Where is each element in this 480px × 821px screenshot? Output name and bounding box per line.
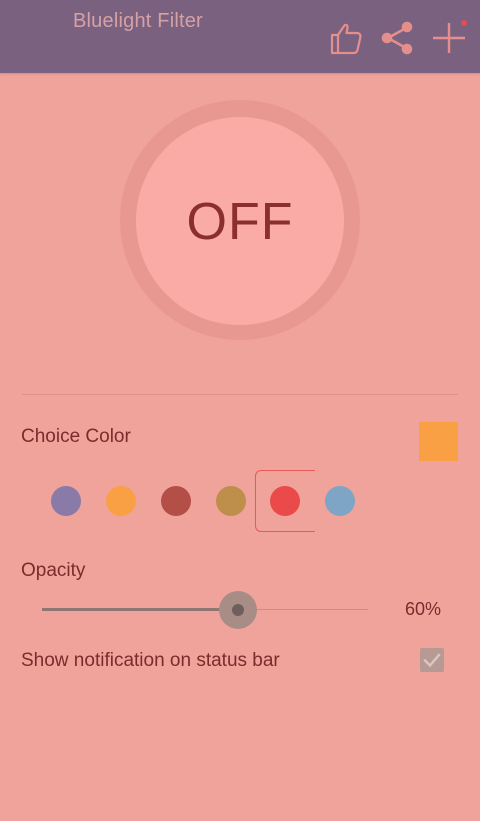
- app-bar: Bluelight Filter: [0, 0, 480, 73]
- notification-label: Show notification on status bar: [21, 650, 280, 671]
- add-button[interactable]: [429, 18, 469, 58]
- divider: [22, 394, 458, 395]
- notification-dot: [461, 20, 467, 26]
- app-title: Bluelight Filter: [73, 10, 203, 32]
- opacity-label: Opacity: [21, 560, 86, 581]
- slider-fill: [42, 608, 220, 611]
- color-option-red[interactable]: [270, 486, 300, 516]
- color-option-orange[interactable]: [106, 486, 136, 516]
- color-option-purple[interactable]: [51, 486, 81, 516]
- choice-color-label: Choice Color: [21, 426, 131, 447]
- color-option-brick[interactable]: [161, 486, 191, 516]
- selected-color-swatch[interactable]: [419, 422, 458, 461]
- power-state-label: OFF: [186, 193, 294, 251]
- thumbs-up-icon: [326, 18, 366, 58]
- opacity-slider[interactable]: [42, 591, 368, 629]
- slider-thumb[interactable]: [219, 591, 257, 629]
- color-option-blue[interactable]: [325, 486, 355, 516]
- opacity-value: 60%: [405, 599, 442, 619]
- notification-checkbox[interactable]: [420, 648, 444, 672]
- power-toggle-button[interactable]: OFF: [136, 117, 344, 325]
- like-button[interactable]: [326, 18, 366, 58]
- share-icon: [378, 18, 418, 58]
- checkmark-icon: [420, 648, 444, 672]
- share-button[interactable]: [378, 18, 418, 58]
- color-option-ochre[interactable]: [216, 486, 246, 516]
